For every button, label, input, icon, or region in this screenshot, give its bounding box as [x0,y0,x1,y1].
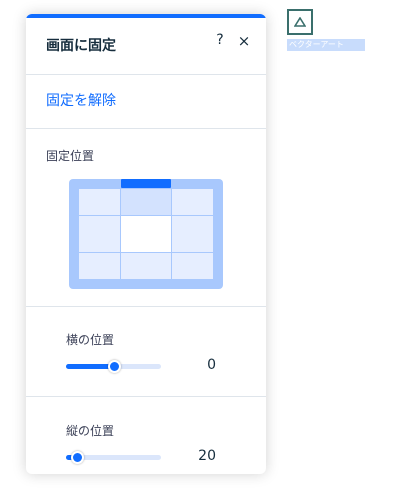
vertical-position-slider[interactable] [66,451,161,464]
position-top-left[interactable] [79,189,120,215]
help-button[interactable]: ? [212,32,228,54]
position-middle-center [121,216,171,252]
pin-to-screen-panel: 画面に固定 ? × 固定を解除 固定位置 横の位置 0 縦の位置 20 [26,14,266,474]
position-bottom-center[interactable] [121,253,171,279]
selected-position-indicator [121,179,171,188]
vector-art-tag: ベクターアート [287,39,365,51]
panel-title: 画面に固定 [46,38,116,54]
position-grid [69,179,223,289]
position-middle-right[interactable] [172,216,213,252]
horizontal-slider-thumb[interactable] [107,360,121,373]
position-bottom-left[interactable] [79,253,120,279]
vertical-position-value[interactable]: 20 [190,448,216,464]
pin-position-section: 固定位置 [26,128,266,307]
position-middle-left[interactable] [79,216,120,252]
position-bottom-right[interactable] [172,253,213,279]
unpin-row: 固定を解除 [26,74,266,129]
close-button[interactable]: × [236,32,252,54]
vector-art-element[interactable] [287,9,313,35]
position-top-right[interactable] [172,189,213,215]
horizontal-position-label: 横の位置 [66,333,115,347]
vertical-slider-thumb[interactable] [71,451,85,464]
vertical-position-section: 縦の位置 20 [26,397,266,474]
panel-header: 画面に固定 ? × [26,18,266,75]
triangle-icon [294,17,306,27]
position-top-center[interactable] [121,189,171,215]
vertical-position-label: 縦の位置 [66,424,115,438]
horizontal-slider-fill [66,364,114,369]
horizontal-position-section: 横の位置 0 [26,306,266,397]
unpin-link[interactable]: 固定を解除 [46,90,116,110]
horizontal-position-value[interactable]: 0 [196,357,216,373]
horizontal-position-slider[interactable] [66,360,161,373]
pin-position-label: 固定位置 [46,149,95,163]
